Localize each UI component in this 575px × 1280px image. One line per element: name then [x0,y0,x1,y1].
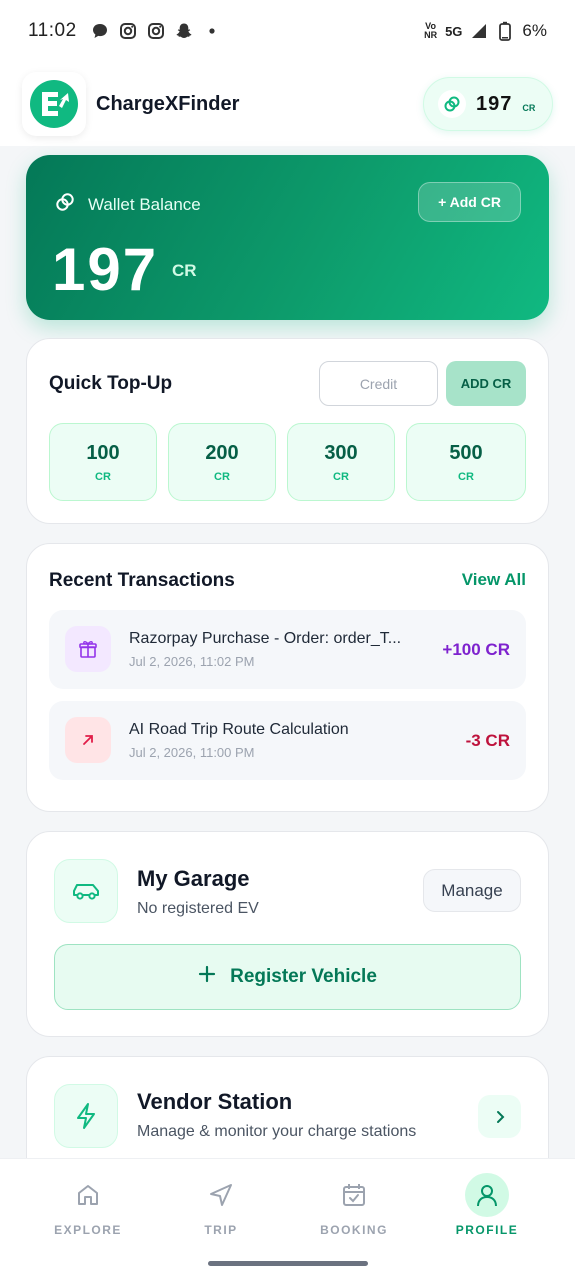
nav-trip[interactable]: TRIP [161,1173,281,1237]
header-credits-unit: CR [522,103,536,113]
wallet-label-row: Wallet Balance [54,191,201,218]
battery-level: 6% [522,21,547,40]
dot-icon [203,22,221,40]
logo-icon [30,80,78,128]
chat-bubble-icon [91,22,109,40]
network-type: 5G [445,23,463,39]
transaction-row[interactable]: AI Road Trip Route Calculation Jul 2, 20… [49,701,526,780]
gift-icon [65,626,111,672]
nav-label: PROFILE [455,1223,519,1237]
calendar-check-icon [332,1173,376,1217]
topup-value: 200 [205,441,239,464]
transactions-title: Recent Transactions [49,570,235,591]
garage-title: My Garage [137,866,250,891]
topup-value: 100 [86,441,120,464]
add-cr-button[interactable]: ADD CR [446,361,526,406]
plus-icon [198,965,216,989]
instagram-icon [147,22,165,40]
transaction-amount: +100 CR [442,640,510,659]
garage-card: My Garage No registered EV Manage Regist… [26,831,549,1037]
transaction-date: Jul 2, 2026, 11:00 PM [129,745,255,760]
nav-explore[interactable]: EXPLORE [28,1173,148,1237]
header-credits-value: 197 [476,92,513,115]
system-status: Vo NR 5G 6% [424,21,547,41]
register-vehicle-label: Register Vehicle [230,966,377,987]
status-time: 11:02 [28,20,77,41]
wallet-amount: 197 [52,236,159,303]
credit-input[interactable]: Credit [319,361,438,406]
wallet-balance-card: Wallet Balance + Add CR 197 CR [26,155,549,320]
lightning-icon [54,1084,118,1148]
transaction-row[interactable]: Razorpay Purchase - Order: order_T... Ju… [49,610,526,689]
quick-topup-title: Quick Top-Up [49,373,173,394]
nav-label: TRIP [204,1223,238,1237]
topup-option-200[interactable]: 200 CR [168,423,276,501]
topup-unit: CR [214,470,230,483]
wallet-unit: CR [172,261,197,280]
header-credits-pill[interactable]: 197 CR [423,77,553,131]
signal-icon [470,22,488,40]
topup-option-100[interactable]: 100 CR [49,423,157,501]
recent-transactions-card: Recent Transactions View All Razorpay Pu… [26,543,549,812]
quick-topup-card: Quick Top-Up Credit ADD CR 100 CR 200 CR… [26,338,549,524]
nav-booking[interactable]: BOOKING [294,1173,414,1237]
manage-button[interactable]: Manage [423,869,521,912]
volte-indicator: Vo NR [424,21,438,40]
coins-icon [54,191,76,218]
topup-unit: CR [458,470,474,483]
app-logo[interactable] [22,72,86,136]
vendor-subtitle: Manage & monitor your charge stations [137,1123,417,1140]
app-name: ChargeXFinder [96,92,240,115]
chevron-right-icon[interactable] [478,1095,521,1138]
wallet-label: Wallet Balance [88,194,201,214]
topup-option-300[interactable]: 300 CR [287,423,395,501]
topup-unit: CR [95,470,111,483]
user-icon [465,1173,509,1217]
transaction-title: Razorpay Purchase - Order: order_T... [129,630,402,647]
topup-option-500[interactable]: 500 CR [406,423,526,501]
vendor-title: Vendor Station [137,1089,293,1114]
nav-label: EXPLORE [54,1223,122,1237]
garage-subtitle: No registered EV [137,900,259,917]
snapchat-icon [175,22,193,40]
transaction-amount: -3 CR [465,731,510,750]
transaction-title: AI Road Trip Route Calculation [129,721,349,738]
register-vehicle-button[interactable]: Register Vehicle [54,944,521,1010]
home-icon [66,1173,110,1217]
instagram-icon [119,22,137,40]
app-header: ChargeXFinder 197 CR [0,62,575,146]
add-credits-button[interactable]: + Add CR [418,182,521,222]
notification-icons [91,22,221,40]
status-bar: 11:02 Vo NR 5G 6% [0,0,575,62]
topup-value: 500 [449,441,483,464]
battery-icon [496,21,514,41]
coins-icon [438,90,466,118]
car-icon [54,859,118,923]
topup-unit: CR [333,470,349,483]
topup-value: 300 [324,441,358,464]
nav-label: BOOKING [320,1223,388,1237]
home-indicator[interactable] [208,1261,368,1266]
nav-profile[interactable]: PROFILE [427,1173,547,1237]
navigation-icon [199,1173,243,1217]
transaction-date: Jul 2, 2026, 11:02 PM [129,654,255,669]
arrow-up-right-icon [65,717,111,763]
view-all-link[interactable]: View All [462,570,526,590]
